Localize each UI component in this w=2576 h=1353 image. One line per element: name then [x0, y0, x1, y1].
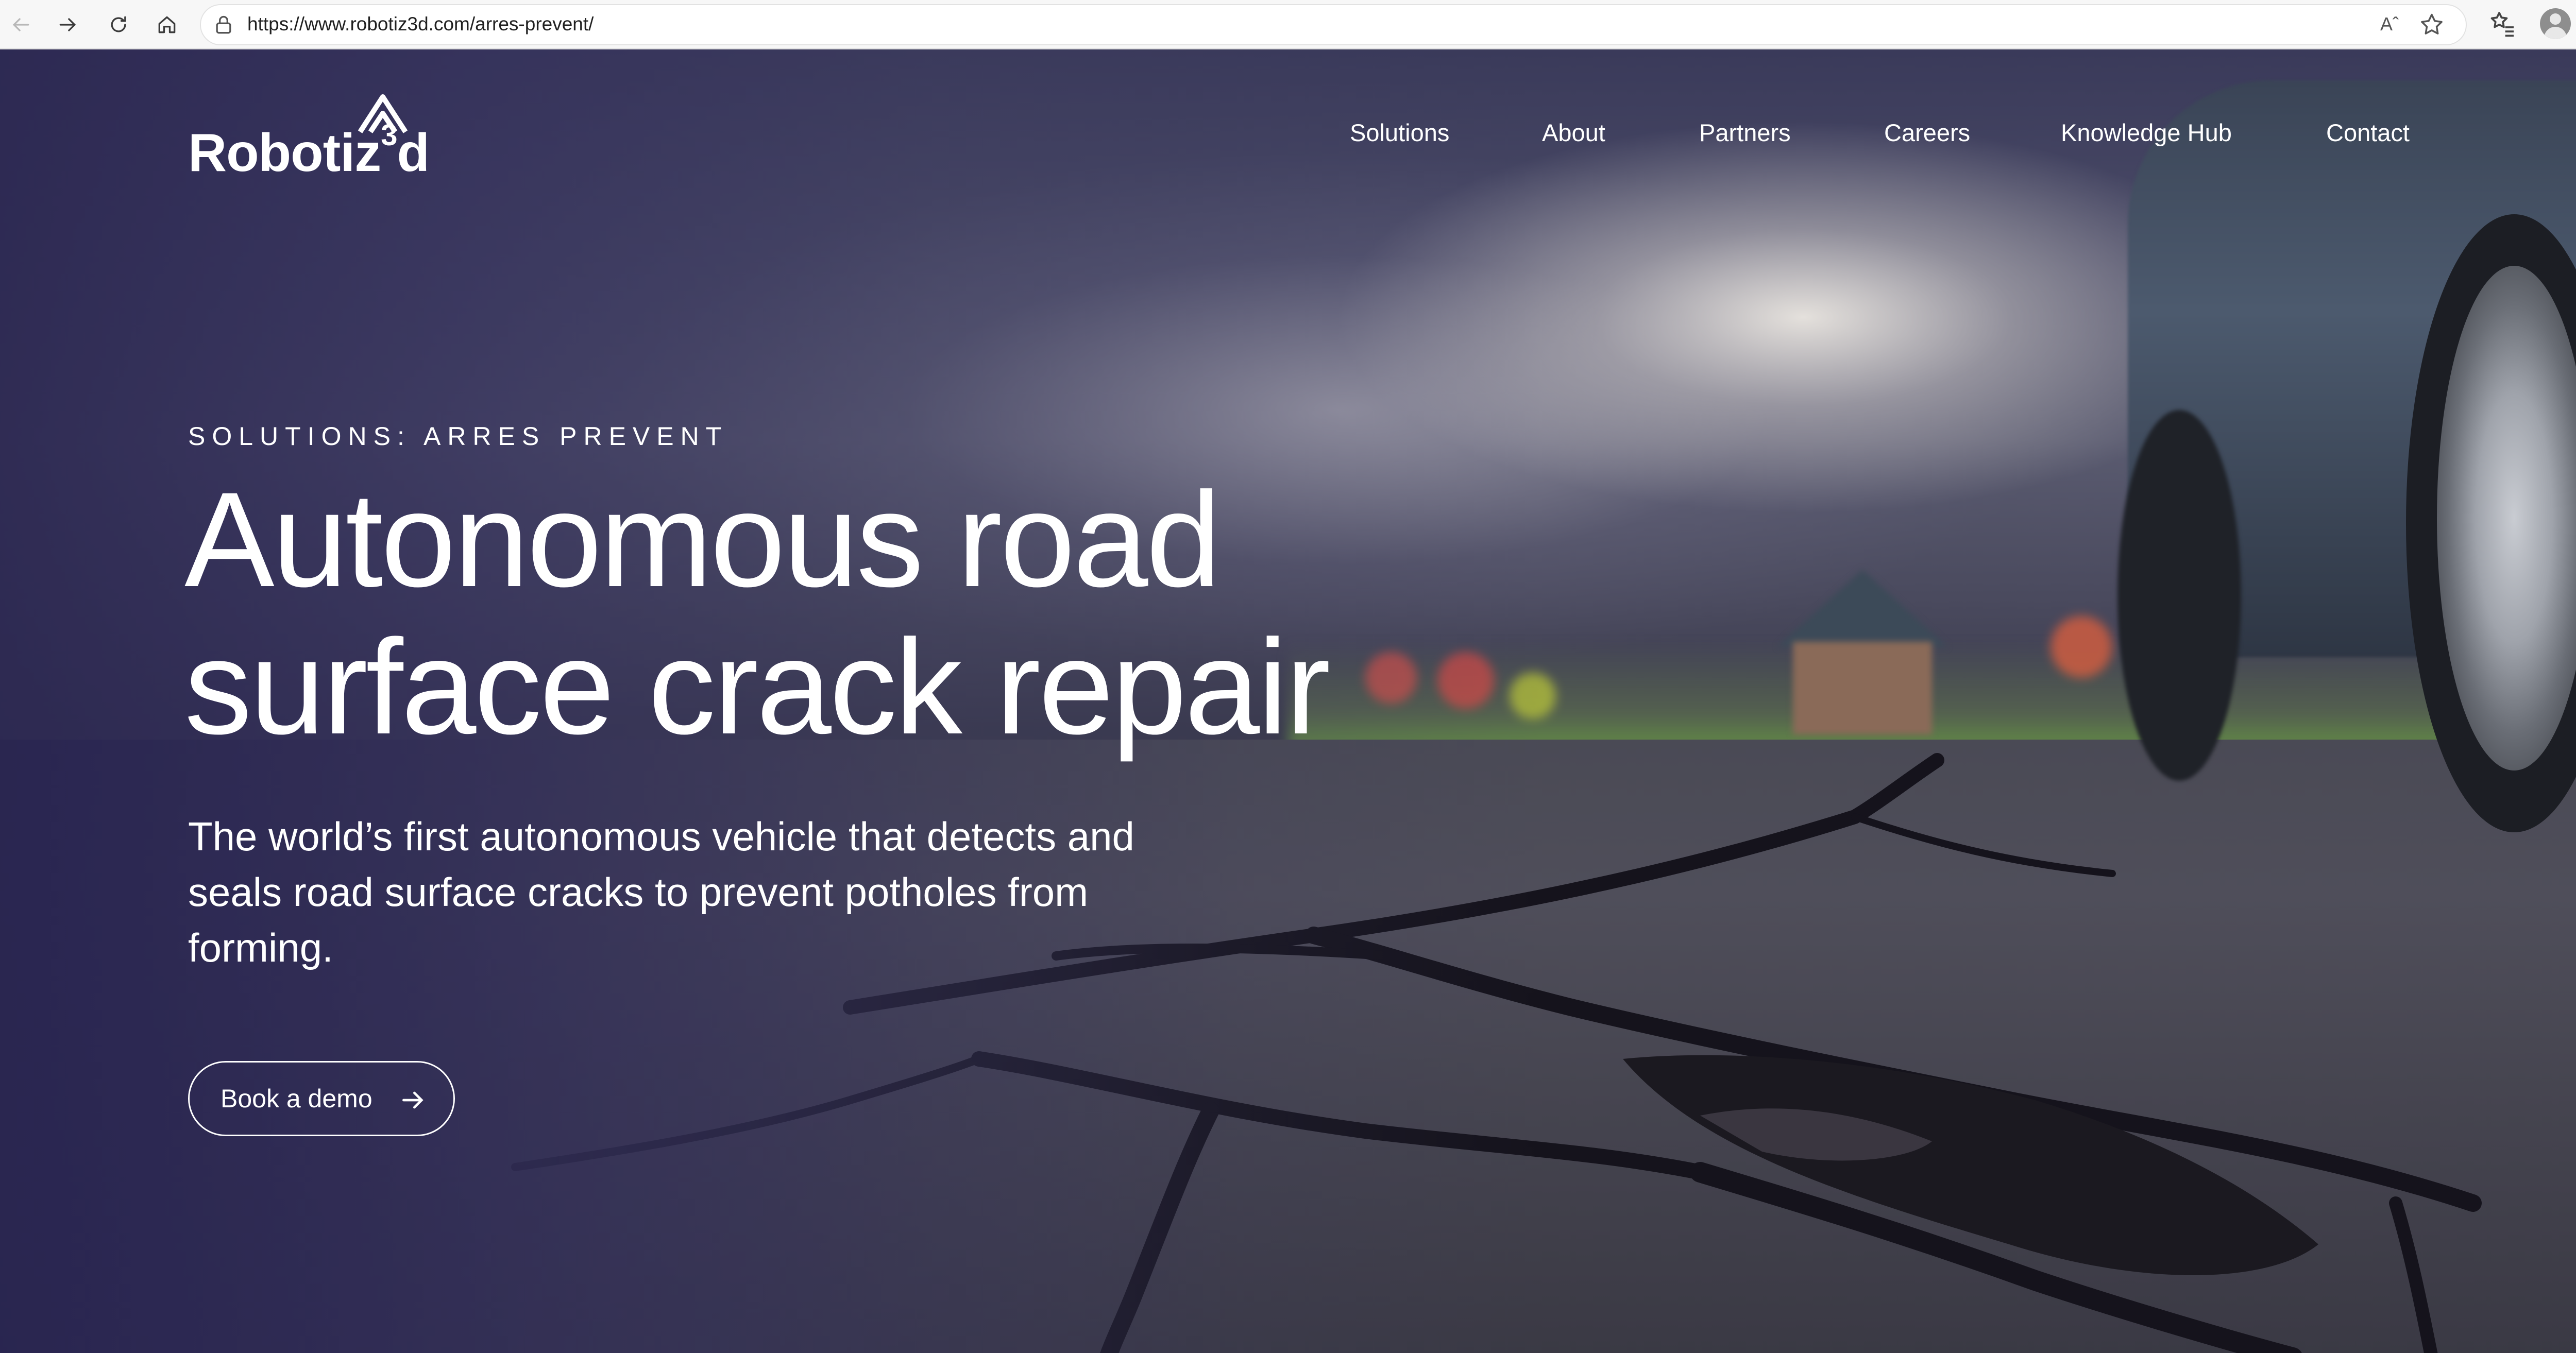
address-bar[interactable]: https://www.robotiz3d.com/arres-prevent/… — [200, 4, 2467, 45]
nav-contact[interactable]: Contact — [2326, 118, 2410, 147]
lock-icon[interactable] — [212, 14, 235, 37]
book-demo-label: Book a demo — [221, 1084, 372, 1113]
background-car — [2087, 49, 2576, 832]
logo-mark-icon — [358, 94, 408, 133]
hero-eyebrow: SOLUTIONS: ARRES PREVENT — [188, 422, 728, 451]
profile-icon[interactable] — [2540, 8, 2571, 39]
forward-icon[interactable] — [50, 7, 86, 42]
nav-knowledge-hub[interactable]: Knowledge Hub — [2061, 118, 2232, 147]
nav-solutions[interactable]: Solutions — [1350, 118, 1449, 147]
background-house — [1777, 570, 1947, 734]
hero-headline-line-1: Autonomous road — [184, 464, 1221, 615]
star-icon[interactable] — [2418, 11, 2445, 38]
reload-icon[interactable] — [101, 7, 136, 42]
home-icon[interactable] — [149, 7, 184, 42]
favorites-icon[interactable] — [2488, 9, 2517, 38]
hero-description: The world’s first autonomous vehicle tha… — [188, 814, 1134, 970]
url-text[interactable]: https://www.robotiz3d.com/arres-prevent/ — [247, 13, 594, 35]
read-aloud-icon[interactable]: Aˆ — [2380, 13, 2399, 35]
site-logo[interactable]: Robotiz3d — [188, 94, 430, 184]
nav-about[interactable]: About — [1542, 118, 1605, 147]
book-demo-button[interactable]: Book a demo — [188, 1061, 455, 1136]
hero-headline: Autonomous road surface crack repair — [184, 466, 1679, 761]
back-icon[interactable] — [3, 7, 38, 42]
arrow-right-icon — [402, 1091, 423, 1109]
browser-toolbar: https://www.robotiz3d.com/arres-prevent/… — [0, 0, 2576, 49]
hero-headline-line-2: surface crack repair — [184, 611, 1331, 762]
nav-partners[interactable]: Partners — [1699, 118, 1791, 147]
nav-careers[interactable]: Careers — [1884, 118, 1970, 147]
